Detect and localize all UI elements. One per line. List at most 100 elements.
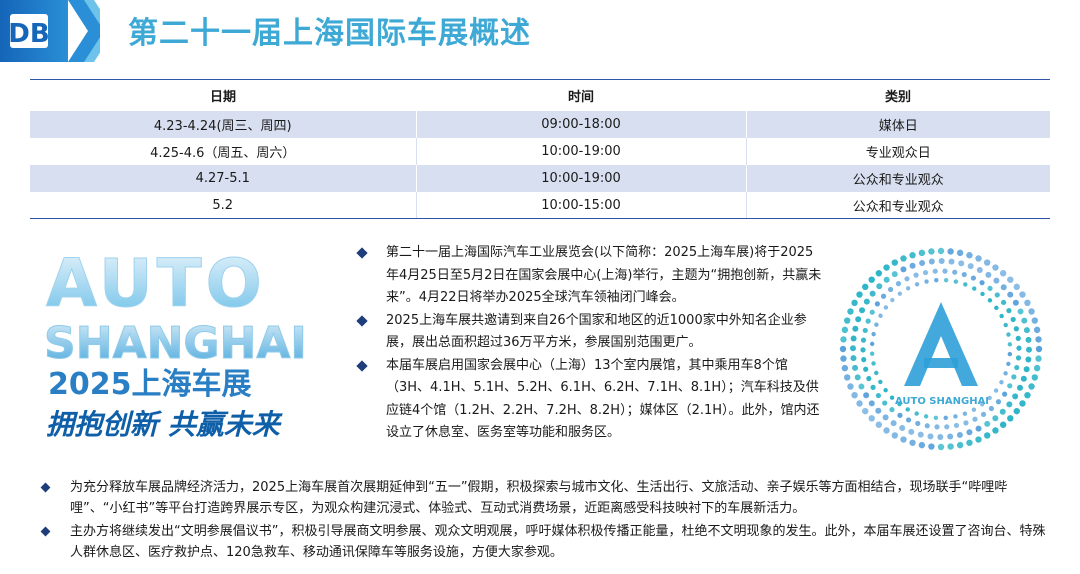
logo-ring-dot: [889, 395, 895, 400]
logo-ring-dot: [947, 248, 954, 255]
logo-ring-dot: [1031, 317, 1038, 324]
logo-ring-dot: [875, 421, 883, 428]
logo-ring-dot: [863, 366, 869, 372]
logo-ring-dot: [871, 331, 876, 337]
list-item: 主办方将继续发出“文明参展倡议书”，积极引导展商文明参展、观众文明观展，呼吁媒体…: [40, 521, 1050, 563]
logo-ring-dot: [1035, 336, 1042, 343]
logo-ring-dot: [928, 258, 935, 265]
logo-ring-dot: [956, 249, 964, 257]
logo-ring-dot: [909, 252, 916, 259]
logo-ring-dot: [840, 355, 847, 362]
logo-ring-dot: [987, 298, 993, 303]
logo-ring-dot: [1024, 392, 1031, 399]
logo-ring-dot: [897, 412, 903, 418]
logo-ring-dot: [958, 260, 965, 267]
logo-ring-dot: [934, 277, 939, 283]
logo-ring-dot: [874, 301, 880, 307]
bullet-text: 主办方将继续发出“文明参展倡议书”，积极引导展商文明参展、观众文明观展，呼吁媒体…: [70, 524, 1046, 560]
logo-ring-dot: [851, 299, 858, 306]
logo-ring-dot: [967, 263, 974, 270]
logo-ring-dot: [1023, 366, 1030, 373]
logo-ring-dot: [854, 374, 861, 381]
logo-ring-dot: [905, 407, 910, 412]
cell-time: 09:00-18:00: [415, 111, 747, 138]
logo-ring-dot: [1002, 391, 1008, 397]
logo-ring-dot: [1021, 317, 1028, 324]
cell-type: 公众和专业观众: [746, 192, 1050, 219]
logo-ring-dot: [882, 400, 888, 406]
list-item: 第二十一届上海国际汽车工业展览会(以下简称：2025上海车展)将于2025年4月…: [356, 242, 824, 310]
diamond-bullet-icon: [356, 359, 368, 372]
logo-ring-dot: [908, 428, 915, 435]
logo-ring-dot: [904, 276, 910, 282]
logo-ring-dot: [1028, 383, 1035, 390]
logo-ring-dot: [870, 384, 876, 390]
auto-shanghai-brand-art: AUTO SHANGHAI 2025上海车展 拥抱创新 共赢未来: [44, 250, 308, 441]
logo-ring-dot: [953, 414, 958, 419]
header-band: DB 第二十一届上海国际车展概述: [0, 0, 1080, 62]
logo-ring-dot: [923, 414, 929, 419]
logo-ring-dot: [953, 279, 959, 284]
logo-ring-dot: [888, 286, 894, 293]
logo-ring-dot: [932, 268, 938, 274]
logo-ring-dot: [869, 290, 876, 297]
logo-ring-dot: [840, 336, 847, 343]
logo-ring-dot: [993, 388, 999, 393]
logo-ring-dot: [1006, 308, 1012, 314]
logo-ring-dot: [863, 298, 870, 305]
logo-ring-dot: [1026, 346, 1032, 353]
cell-date: 4.23-4.24(周三、周四): [30, 111, 416, 138]
logo-ring-dot: [961, 271, 967, 278]
logo-ring-dot: [1013, 407, 1020, 415]
logo-ring-dot: [889, 407, 895, 413]
logo-ring-dot: [947, 433, 954, 440]
logo-ring-dot: [1016, 384, 1023, 391]
logo-ring-dot: [980, 411, 987, 417]
logo-ring-dot: [1006, 361, 1011, 367]
logo-ring-dot: [1003, 322, 1008, 328]
cell-time: 10:00-19:00: [415, 165, 747, 192]
logo-ring-dot: [1010, 316, 1016, 323]
logo-ring-dot: [883, 305, 889, 310]
logo-ring-dot: [890, 297, 895, 303]
logo-ring-dot: [860, 337, 867, 343]
logo-ring-dot: [928, 443, 935, 450]
logo-ring-dot: [962, 411, 968, 416]
logo-ring-dot: [905, 286, 911, 291]
logo-ring-dot: [863, 392, 870, 399]
logo-ring-dot: [1033, 364, 1041, 372]
logo-ring-dot: [947, 443, 954, 450]
logo-ring-dot: [883, 427, 890, 434]
logo-ring-dot: [883, 276, 890, 283]
logo-ring-dot: [975, 255, 982, 262]
logo-ring-dot: [1015, 355, 1022, 361]
logo-ring-dot: [891, 259, 898, 266]
logo-ring-dot: [987, 285, 993, 291]
logo-ring-dot: [883, 264, 890, 271]
logo-ring-dot: [1006, 332, 1011, 337]
logo-ring-dot: [937, 434, 944, 440]
logo-ring-dot: [956, 441, 964, 449]
cell-time: 10:00-19:00: [415, 138, 747, 165]
logo-ring-dot: [862, 407, 869, 415]
logo-ring-dot: [871, 361, 876, 366]
logo-ring-dot: [943, 277, 949, 283]
logo-ring-dot: [865, 318, 871, 324]
logo-icon: DB: [0, 0, 100, 62]
bullet-text: 2025上海车展共邀请到来自26个国家和地区的近1000家中外知名企业参展，展出…: [386, 312, 807, 351]
logo-ring-dot: [1003, 371, 1008, 376]
logo-ring-dot: [917, 431, 924, 438]
logo-ring-dot: [918, 249, 926, 257]
auto-shanghai-ring-logo: AUTO SHANGHAI: [839, 247, 1043, 451]
logo-ring-dot: [1023, 327, 1030, 334]
logo-ring-dot: [876, 283, 883, 290]
logo-ring-dot: [878, 379, 883, 385]
logo-ring-dot: [979, 280, 985, 286]
table-bottom-rule: [30, 218, 1050, 219]
column-header-type: 类别: [884, 90, 911, 105]
logo-ring-dot: [994, 305, 999, 311]
logo-ring-dot: [963, 420, 969, 426]
logo-ring-dot: [999, 270, 1007, 277]
logo-ring-dot: [868, 400, 875, 407]
diamond-bullet-icon: [40, 482, 51, 493]
